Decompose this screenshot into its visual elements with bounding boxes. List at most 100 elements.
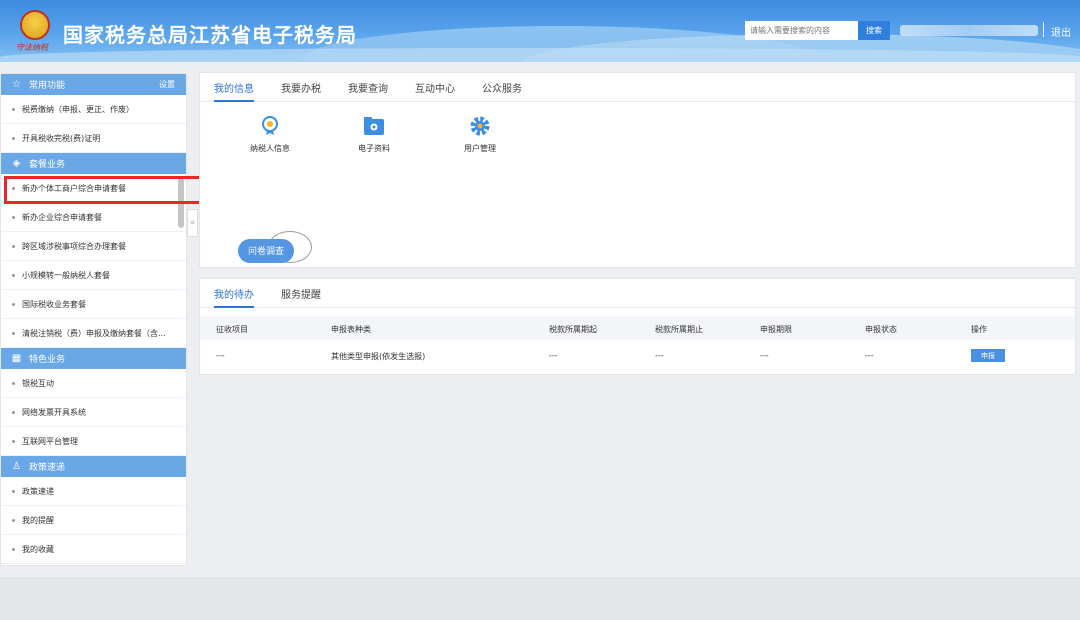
cell-status: --- bbox=[865, 351, 874, 360]
star-icon: ☆ bbox=[12, 79, 21, 90]
tab-my-todo[interactable]: 我的待办 bbox=[214, 279, 254, 308]
folder-icon bbox=[363, 115, 385, 137]
tab-interaction[interactable]: 互动中心 bbox=[415, 73, 455, 101]
sidebar-item[interactable]: 银税互动 bbox=[1, 369, 186, 398]
sidebar-item[interactable]: 新办企业综合申请套餐 bbox=[1, 203, 186, 232]
item-label: 互联网平台管理 bbox=[22, 436, 78, 446]
bullet-icon bbox=[12, 273, 15, 277]
tab-query[interactable]: 我要查询 bbox=[348, 73, 388, 101]
bullet-icon bbox=[12, 331, 15, 335]
user-icon: ♙ bbox=[12, 461, 21, 472]
quick-link-user-management[interactable]: 用户管理 bbox=[450, 115, 510, 154]
column-header: 申报期限 bbox=[760, 325, 792, 334]
cell-start: --- bbox=[549, 351, 558, 360]
bullet-icon bbox=[12, 136, 15, 140]
bullet-icon bbox=[12, 107, 15, 111]
section-label: 常用功能 bbox=[29, 81, 66, 91]
quick-link-label: 纳税人信息 bbox=[250, 144, 290, 153]
item-label: 我的提醒 bbox=[22, 515, 54, 525]
todo-panel: 我的待办 服务提醒 征收项目 申报表种类 税款所属期起 税款所属期止 申报期限 … bbox=[199, 278, 1076, 375]
item-label: 政策速递 bbox=[22, 486, 54, 496]
sidebar-item[interactable]: 我的提醒 bbox=[1, 506, 186, 535]
tab-my-info[interactable]: 我的信息 bbox=[214, 73, 254, 102]
collapse-sidebar-button[interactable]: « bbox=[187, 209, 198, 237]
column-header: 申报状态 bbox=[865, 325, 897, 334]
settings-link[interactable]: 设置 bbox=[159, 79, 175, 90]
item-label: 我的收藏 bbox=[22, 544, 54, 554]
tab-service-reminder[interactable]: 服务提醒 bbox=[281, 279, 321, 307]
site-header: 守法纳税 国家税务总局江苏省电子税务局 搜索 退出 bbox=[0, 0, 1080, 62]
declare-button[interactable]: 申报 bbox=[971, 349, 1005, 362]
sidebar-item[interactable]: 政策速递 bbox=[1, 477, 186, 506]
cell-item: --- bbox=[216, 351, 225, 360]
section-package[interactable]: ◈ 套餐业务 bbox=[1, 153, 186, 174]
bullet-icon bbox=[12, 302, 15, 306]
survey-button[interactable]: 问卷调查 bbox=[238, 231, 314, 265]
sidebar-item[interactable]: 清税注销税（费）申报及缴纳套餐（含... bbox=[1, 319, 186, 348]
sidebar: ☆ 常用功能 设置 税费缴纳（申报、更正、作废） 开具税收完税(费)证明 ◈ 套… bbox=[0, 73, 187, 566]
survey-label: 问卷调查 bbox=[247, 247, 284, 257]
gear-icon bbox=[469, 115, 491, 137]
section-label: 政策速递 bbox=[29, 463, 66, 473]
tab-public-service[interactable]: 公众服务 bbox=[482, 73, 522, 101]
column-header: 税款所属期止 bbox=[655, 325, 703, 334]
sidebar-item[interactable]: 国际税收业务套餐 bbox=[1, 290, 186, 319]
blurred-user-info bbox=[900, 25, 1038, 36]
medal-icon bbox=[259, 115, 281, 137]
item-label: 国际税收业务套餐 bbox=[22, 299, 86, 309]
todo-tabs: 我的待办 服务提醒 bbox=[200, 279, 1075, 308]
column-header: 征收项目 bbox=[216, 325, 248, 334]
header-wave bbox=[0, 48, 1080, 62]
item-label: 网络发票开具系统 bbox=[22, 407, 86, 417]
logout-link[interactable]: 退出 bbox=[1051, 24, 1071, 39]
info-tabs: 我的信息 我要办税 我要查询 互动中心 公众服务 bbox=[200, 73, 1075, 102]
highlight-box bbox=[4, 176, 209, 204]
header-divider bbox=[1043, 22, 1044, 37]
footer-area bbox=[0, 577, 1080, 620]
cell-form: 其他类型申报(依发生选报) bbox=[331, 352, 426, 361]
section-policy[interactable]: ♙ 政策速递 bbox=[1, 456, 186, 477]
sidebar-item[interactable]: 税费缴纳（申报、更正、作废） bbox=[1, 95, 186, 124]
section-common[interactable]: ☆ 常用功能 设置 bbox=[1, 74, 186, 95]
sidebar-item[interactable]: 互联网平台管理 bbox=[1, 427, 186, 456]
section-label: 套餐业务 bbox=[29, 160, 66, 170]
quick-link-label: 电子资料 bbox=[358, 144, 390, 153]
bullet-icon bbox=[12, 244, 15, 248]
bullet-icon bbox=[12, 215, 15, 219]
column-header: 申报表种类 bbox=[331, 325, 371, 334]
item-label: 开具税收完税(费)证明 bbox=[22, 133, 101, 143]
sidebar-item[interactable]: 跨区域涉税事项综合办理套餐 bbox=[1, 232, 186, 261]
sidebar-item[interactable]: 小规模转一般纳税人套餐 bbox=[1, 261, 186, 290]
item-label: 跨区域涉税事项综合办理套餐 bbox=[22, 241, 126, 251]
tab-tax-handling[interactable]: 我要办税 bbox=[281, 73, 321, 101]
sidebar-item[interactable]: 开具税收完税(费)证明 bbox=[1, 124, 186, 153]
cell-end: --- bbox=[655, 351, 664, 360]
bullet-icon bbox=[12, 489, 15, 493]
section-special[interactable]: ▦ 特色业务 bbox=[1, 348, 186, 369]
column-header: 税款所属期起 bbox=[549, 325, 597, 334]
search-input[interactable] bbox=[745, 21, 858, 40]
bullet-icon bbox=[12, 439, 15, 443]
quick-link-label: 用户管理 bbox=[464, 144, 496, 153]
section-label: 特色业务 bbox=[29, 355, 66, 365]
item-label: 税费缴纳（申报、更正、作废） bbox=[22, 104, 134, 114]
search-button[interactable]: 搜索 bbox=[858, 21, 890, 40]
item-label: 清税注销税（费）申报及缴纳套餐（含... bbox=[22, 328, 166, 338]
item-label: 银税互动 bbox=[22, 378, 54, 388]
quick-link-taxpayer-info[interactable]: 纳税人信息 bbox=[240, 115, 300, 154]
item-label: 新办企业综合申请套餐 bbox=[22, 212, 102, 222]
grid-icon: ▦ bbox=[11, 353, 22, 364]
bullet-icon bbox=[12, 547, 15, 551]
quick-link-e-documents[interactable]: 电子资料 bbox=[344, 115, 404, 154]
cell-deadline: --- bbox=[760, 351, 769, 360]
bullet-icon bbox=[12, 410, 15, 414]
table-header: 征收项目 申报表种类 税款所属期起 税款所属期止 申报期限 申报状态 操作 bbox=[200, 316, 1075, 340]
item-label: 小规模转一般纳税人套餐 bbox=[22, 270, 110, 280]
bullet-icon bbox=[12, 381, 15, 385]
tax-emblem-logo: 守法纳税 bbox=[16, 10, 54, 54]
logo-motto: 守法纳税 bbox=[16, 43, 48, 52]
info-panel: 我的信息 我要办税 我要查询 互动中心 公众服务 纳税人信息 电子资料 用户管理… bbox=[199, 72, 1076, 268]
sidebar-item[interactable]: 我的收藏 bbox=[1, 535, 186, 564]
site-title: 国家税务总局江苏省电子税务局 bbox=[63, 23, 357, 47]
sidebar-item[interactable]: 网络发票开具系统 bbox=[1, 398, 186, 427]
